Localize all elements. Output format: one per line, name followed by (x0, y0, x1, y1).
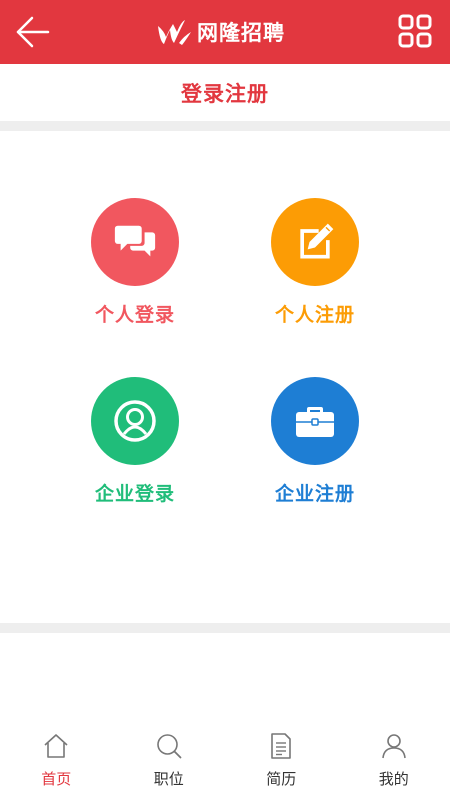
option-label: 个人注册 (274, 304, 355, 326)
nav-item-mine[interactable]: 我的 (338, 720, 450, 800)
briefcase-icon (296, 407, 334, 437)
page-title: 登录注册 (181, 81, 269, 106)
option-circle (91, 198, 179, 286)
bottom-nav: 首页 职位 简历 我的 (0, 720, 450, 800)
nav-item-jobs[interactable]: 职位 (113, 720, 226, 800)
divider (0, 623, 450, 633)
person-icon (381, 734, 406, 759)
subtitle-bar: 登录注册 (0, 64, 450, 121)
search-icon (156, 734, 182, 759)
nav-label: 职位 (153, 770, 184, 788)
personal-login-option[interactable]: 个人登录 (60, 198, 210, 327)
top-header: 网隆招聘 (0, 0, 450, 64)
nav-label: 首页 (41, 770, 72, 788)
nav-label: 我的 (378, 770, 409, 788)
option-label: 个人登录 (94, 304, 175, 326)
company-register-option[interactable]: 企业注册 (240, 377, 390, 506)
app-screen: 网隆招聘 登录注册 个人登录 个人注册 企业登录 企业注册 首页 职位 简历 我… (0, 0, 450, 800)
nav-label: 简历 (266, 770, 297, 788)
option-label: 企业注册 (274, 483, 355, 505)
arrow-left-icon (16, 16, 50, 48)
option-label: 企业登录 (94, 483, 175, 505)
nav-item-resume[interactable]: 简历 (225, 720, 338, 800)
grid-menu-button[interactable] (398, 14, 432, 48)
brand-logo-icon (158, 20, 191, 45)
edit-pencil-icon (300, 223, 334, 259)
option-circle (271, 198, 359, 286)
divider (0, 121, 450, 131)
grid-menu-icon (398, 14, 432, 48)
user-circle-icon (114, 400, 156, 442)
personal-register-option[interactable]: 个人注册 (240, 198, 390, 327)
option-circle (271, 377, 359, 465)
app-title: 网隆招聘 (197, 21, 285, 45)
brand: 网隆招聘 (155, 14, 285, 50)
option-circle (91, 377, 179, 465)
company-login-option[interactable]: 企业登录 (60, 377, 210, 506)
chat-bubbles-icon (114, 225, 156, 257)
back-button[interactable] (10, 10, 54, 54)
nav-item-home[interactable]: 首页 (0, 720, 113, 800)
document-icon (271, 733, 292, 759)
home-icon (44, 734, 68, 758)
